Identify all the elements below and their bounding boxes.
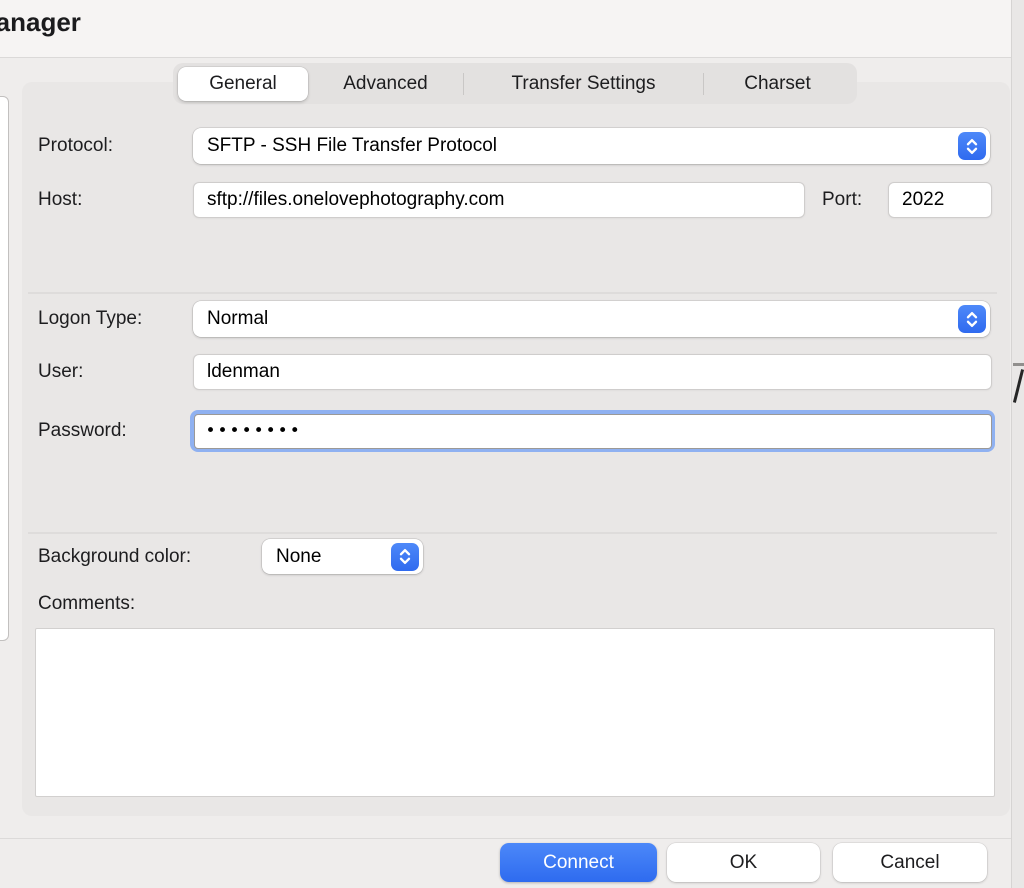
port-input[interactable] xyxy=(888,182,992,218)
tab-advanced-label: Advanced xyxy=(343,73,428,95)
section-divider xyxy=(28,532,997,534)
password-label: Password: xyxy=(38,410,127,452)
cutoff-artifact xyxy=(1013,363,1024,366)
background-color-select[interactable]: None xyxy=(262,539,423,574)
user-input[interactable] xyxy=(193,354,992,390)
tab-charset-label: Charset xyxy=(744,73,811,95)
connect-button[interactable]: Connect xyxy=(500,843,657,882)
background-color-value: None xyxy=(262,546,321,568)
host-input[interactable] xyxy=(193,182,805,218)
window-title: Manager xyxy=(0,7,81,38)
port-label: Port: xyxy=(822,182,862,218)
protocol-label: Protocol: xyxy=(38,128,113,164)
comments-label: Comments: xyxy=(38,589,135,619)
chevron-up-down-icon xyxy=(958,305,986,333)
tab-general-label: General xyxy=(209,73,277,95)
logon-type-label: Logon Type: xyxy=(38,301,142,337)
ok-button[interactable]: OK xyxy=(667,843,820,882)
logon-type-select[interactable]: Normal xyxy=(193,301,990,337)
user-label: User: xyxy=(38,354,83,390)
tab-transfer-settings[interactable]: Transfer Settings xyxy=(464,63,703,104)
footer-divider xyxy=(0,838,1024,839)
protocol-value: SFTP - SSH File Transfer Protocol xyxy=(193,135,497,157)
host-label: Host: xyxy=(38,182,82,218)
tab-transfer-settings-label: Transfer Settings xyxy=(512,73,656,95)
site-list-panel-edge xyxy=(0,96,9,641)
cancel-button[interactable]: Cancel xyxy=(833,843,987,882)
window-right-edge xyxy=(1011,0,1024,888)
background-color-label: Background color: xyxy=(38,539,191,574)
section-divider xyxy=(28,292,997,294)
tab-general[interactable]: General xyxy=(178,67,308,101)
window-titlebar: Manager xyxy=(0,0,1024,58)
protocol-select[interactable]: SFTP - SSH File Transfer Protocol xyxy=(193,128,990,164)
tab-charset[interactable]: Charset xyxy=(704,63,851,104)
chevron-up-down-icon xyxy=(958,132,986,160)
password-focus-ring xyxy=(190,410,995,452)
logon-type-value: Normal xyxy=(193,308,268,330)
chevron-up-down-icon xyxy=(391,543,419,571)
password-input[interactable] xyxy=(194,414,992,449)
tab-bar: General Advanced Transfer Settings Chars… xyxy=(173,63,857,104)
comments-textarea[interactable] xyxy=(35,628,995,797)
tab-advanced[interactable]: Advanced xyxy=(308,63,463,104)
